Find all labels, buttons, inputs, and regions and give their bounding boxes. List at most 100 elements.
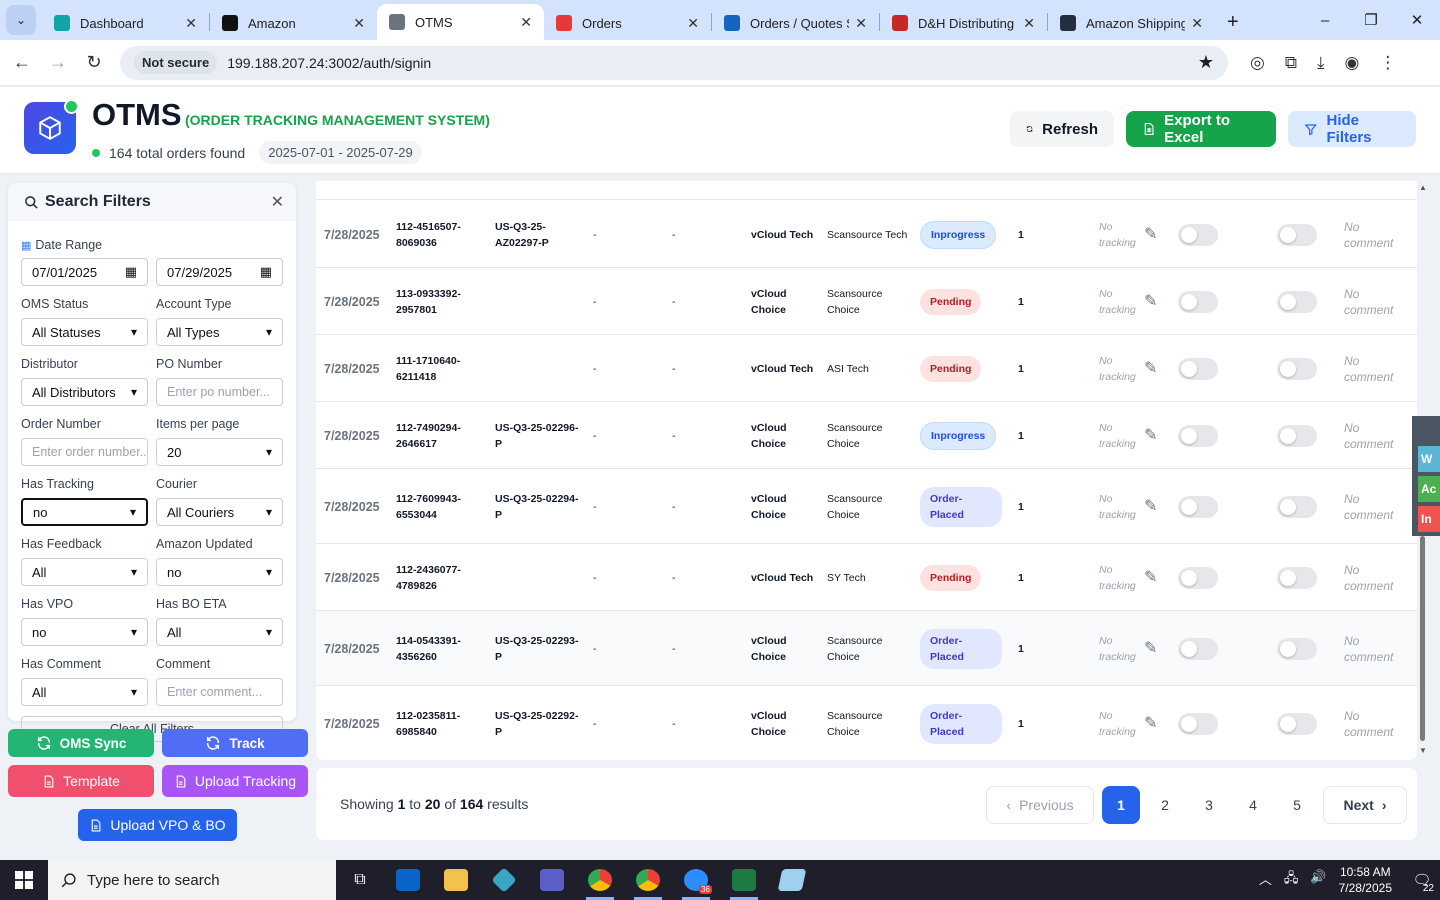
feedback-toggle[interactable] [1277, 712, 1317, 735]
extensions-icon[interactable]: ⧉ [1285, 53, 1297, 73]
close-tab-icon[interactable]: ✕ [1191, 15, 1203, 32]
edit-pencil-icon[interactable]: ✎ [1144, 686, 1157, 760]
teams-icon[interactable] [528, 860, 576, 900]
table-row[interactable]: 7/28/2025 112-7490294-2646617 US-Q3-25-022… [316, 402, 1417, 469]
next-page-button[interactable]: Next › [1323, 786, 1407, 824]
task-view-icon[interactable]: ⧉ [336, 860, 384, 900]
distributor-select[interactable]: All Distributors [21, 378, 148, 406]
order-number-input[interactable]: Enter order number... [21, 438, 148, 466]
forward-icon[interactable]: → [40, 52, 76, 73]
oms-status-select[interactable]: All Statuses [21, 318, 148, 346]
side-tab[interactable]: In [1418, 506, 1440, 532]
export-excel-button[interactable]: Export to Excel [1126, 111, 1276, 147]
zoom-icon[interactable]: 36 [672, 860, 720, 900]
upload-tracking-button[interactable]: Upload Tracking [162, 765, 308, 797]
account-type-select[interactable]: All Types [156, 318, 283, 346]
download-icon[interactable]: ⤓ [1317, 53, 1325, 73]
outlook-icon[interactable] [384, 860, 432, 900]
page-number-button[interactable]: 3 [1190, 786, 1228, 824]
table-row[interactable]: 7/28/2025 112-4516507-8069036 US-Q3-25-AZ0… [316, 201, 1417, 268]
oms-sync-button[interactable]: OMS Sync [8, 729, 154, 757]
edit-pencil-icon[interactable]: ✎ [1144, 544, 1157, 611]
volume-icon[interactable]: 🔊 [1310, 869, 1326, 891]
close-tab-icon[interactable]: ✕ [687, 15, 699, 32]
browser-tab[interactable]: Amazon Shipping ✕ [1048, 6, 1215, 40]
page-number-button[interactable]: 2 [1146, 786, 1184, 824]
notification-icon[interactable]: 🗨 22 [1404, 860, 1440, 900]
table-row[interactable]: 7/28/2025 112-2436077-4789826 - - vCloud Tec… [316, 544, 1417, 611]
date-to-input[interactable]: 07/29/2025 [156, 258, 283, 286]
file-explorer-icon[interactable] [432, 860, 480, 900]
feedback-toggle[interactable] [1277, 495, 1317, 518]
table-row[interactable]: 7/28/2025 112-7609943-6553044 US-Q3-25-022… [316, 469, 1417, 544]
has-comment-select[interactable]: All [21, 678, 148, 706]
close-tab-icon[interactable]: ✕ [1023, 15, 1035, 32]
chrome-profile-icon[interactable] [624, 860, 672, 900]
page-number-button[interactable]: 4 [1234, 786, 1272, 824]
scrollbar-thumb[interactable] [1420, 536, 1425, 741]
menu-kebab-icon[interactable]: ⋮ [1379, 53, 1396, 73]
close-filters-icon[interactable]: ✕ [271, 192, 284, 212]
comment-input[interactable]: Enter comment... [156, 678, 283, 706]
track-button[interactable]: Track [162, 729, 308, 757]
browser-tab[interactable]: OTMS ✕ [377, 4, 544, 40]
feedback-toggle[interactable] [1277, 637, 1317, 660]
back-icon[interactable]: ← [4, 52, 40, 73]
edit-pencil-icon[interactable]: ✎ [1144, 611, 1157, 686]
reload-icon[interactable]: ↻ [76, 52, 112, 73]
amazon-updated-toggle[interactable] [1178, 357, 1218, 380]
omnibox[interactable]: Not secure 199.188.207.24:3002/auth/sign… [120, 45, 1228, 80]
browser-tab[interactable]: Orders / Quotes S ✕ [712, 6, 879, 40]
tab-search-button[interactable]: ⌄ [6, 5, 36, 35]
amazon-updated-toggle[interactable] [1178, 566, 1218, 589]
side-tab[interactable]: W [1418, 446, 1440, 472]
date-from-input[interactable]: 07/01/2025 [21, 258, 148, 286]
close-tab-icon[interactable]: ✕ [520, 14, 532, 31]
browser-tab[interactable]: Orders ✕ [544, 6, 711, 40]
feedback-toggle[interactable] [1277, 566, 1317, 589]
table-row[interactable]: 7/28/2025 112-0235811-6985840 US-Q3-25-022… [316, 686, 1417, 760]
chevron-up-icon[interactable]: ︿ [1259, 869, 1272, 891]
browser-tab[interactable]: Amazon ✕ [210, 6, 377, 40]
feedback-toggle[interactable] [1277, 357, 1317, 380]
table-row[interactable]: 7/28/2025 111-1710640-6211418 - - vCloud Tec… [316, 335, 1417, 402]
edit-pencil-icon[interactable]: ✎ [1144, 335, 1157, 402]
amazon-updated-toggle[interactable] [1178, 712, 1218, 735]
close-tab-icon[interactable]: ✕ [855, 15, 867, 32]
edit-pencil-icon[interactable]: ✎ [1144, 268, 1157, 335]
chrome-icon[interactable] [576, 860, 624, 900]
close-tab-icon[interactable]: ✕ [185, 15, 197, 32]
amazon-updated-toggle[interactable] [1178, 637, 1218, 660]
network-icon[interactable]: 🖧 [1284, 869, 1299, 891]
excel-icon[interactable] [720, 860, 768, 900]
scroll-down-icon[interactable]: ▼ [1419, 746, 1427, 755]
restore-icon[interactable]: ❐ [1348, 0, 1394, 40]
template-button[interactable]: Template [8, 765, 154, 797]
edit-pencil-icon[interactable]: ✎ [1144, 469, 1157, 544]
po-number-input[interactable]: Enter po number... [156, 378, 283, 406]
upload-vpo-bo-button[interactable]: Upload VPO & BO [78, 809, 237, 841]
amazon-updated-toggle[interactable] [1178, 495, 1218, 518]
bookmark-star-icon[interactable]: ★ [1198, 52, 1214, 73]
feedback-toggle[interactable] [1277, 290, 1317, 313]
browser-tab[interactable]: D&H Distributing ✕ [880, 6, 1047, 40]
hide-filters-button[interactable]: Hide Filters [1288, 111, 1416, 147]
close-window-icon[interactable]: ✕ [1394, 0, 1440, 40]
new-tab-button[interactable]: + [1227, 11, 1239, 34]
browser-tab[interactable]: Dashboard ✕ [42, 6, 209, 40]
feedback-toggle[interactable] [1277, 223, 1317, 246]
close-tab-icon[interactable]: ✕ [353, 15, 365, 32]
has-bo-eta-select[interactable]: All [156, 618, 283, 646]
previous-page-button[interactable]: ‹ Previous [986, 786, 1094, 824]
translate-icon[interactable]: ◎ [1250, 53, 1265, 73]
items-per-page-select[interactable]: 20 [156, 438, 283, 466]
minimize-icon[interactable]: – [1302, 0, 1348, 40]
edit-pencil-icon[interactable]: ✎ [1144, 402, 1157, 469]
profile-icon[interactable]: ◉ [1345, 53, 1360, 73]
app-diamond-icon[interactable] [480, 860, 528, 900]
taskbar-search-input[interactable]: Type here to search [48, 860, 336, 900]
courier-select[interactable]: All Couriers [156, 498, 283, 526]
amazon-updated-select[interactable]: no [156, 558, 283, 586]
scroll-up-icon[interactable]: ▲ [1419, 183, 1427, 192]
not-secure-badge[interactable]: Not secure [134, 51, 218, 74]
